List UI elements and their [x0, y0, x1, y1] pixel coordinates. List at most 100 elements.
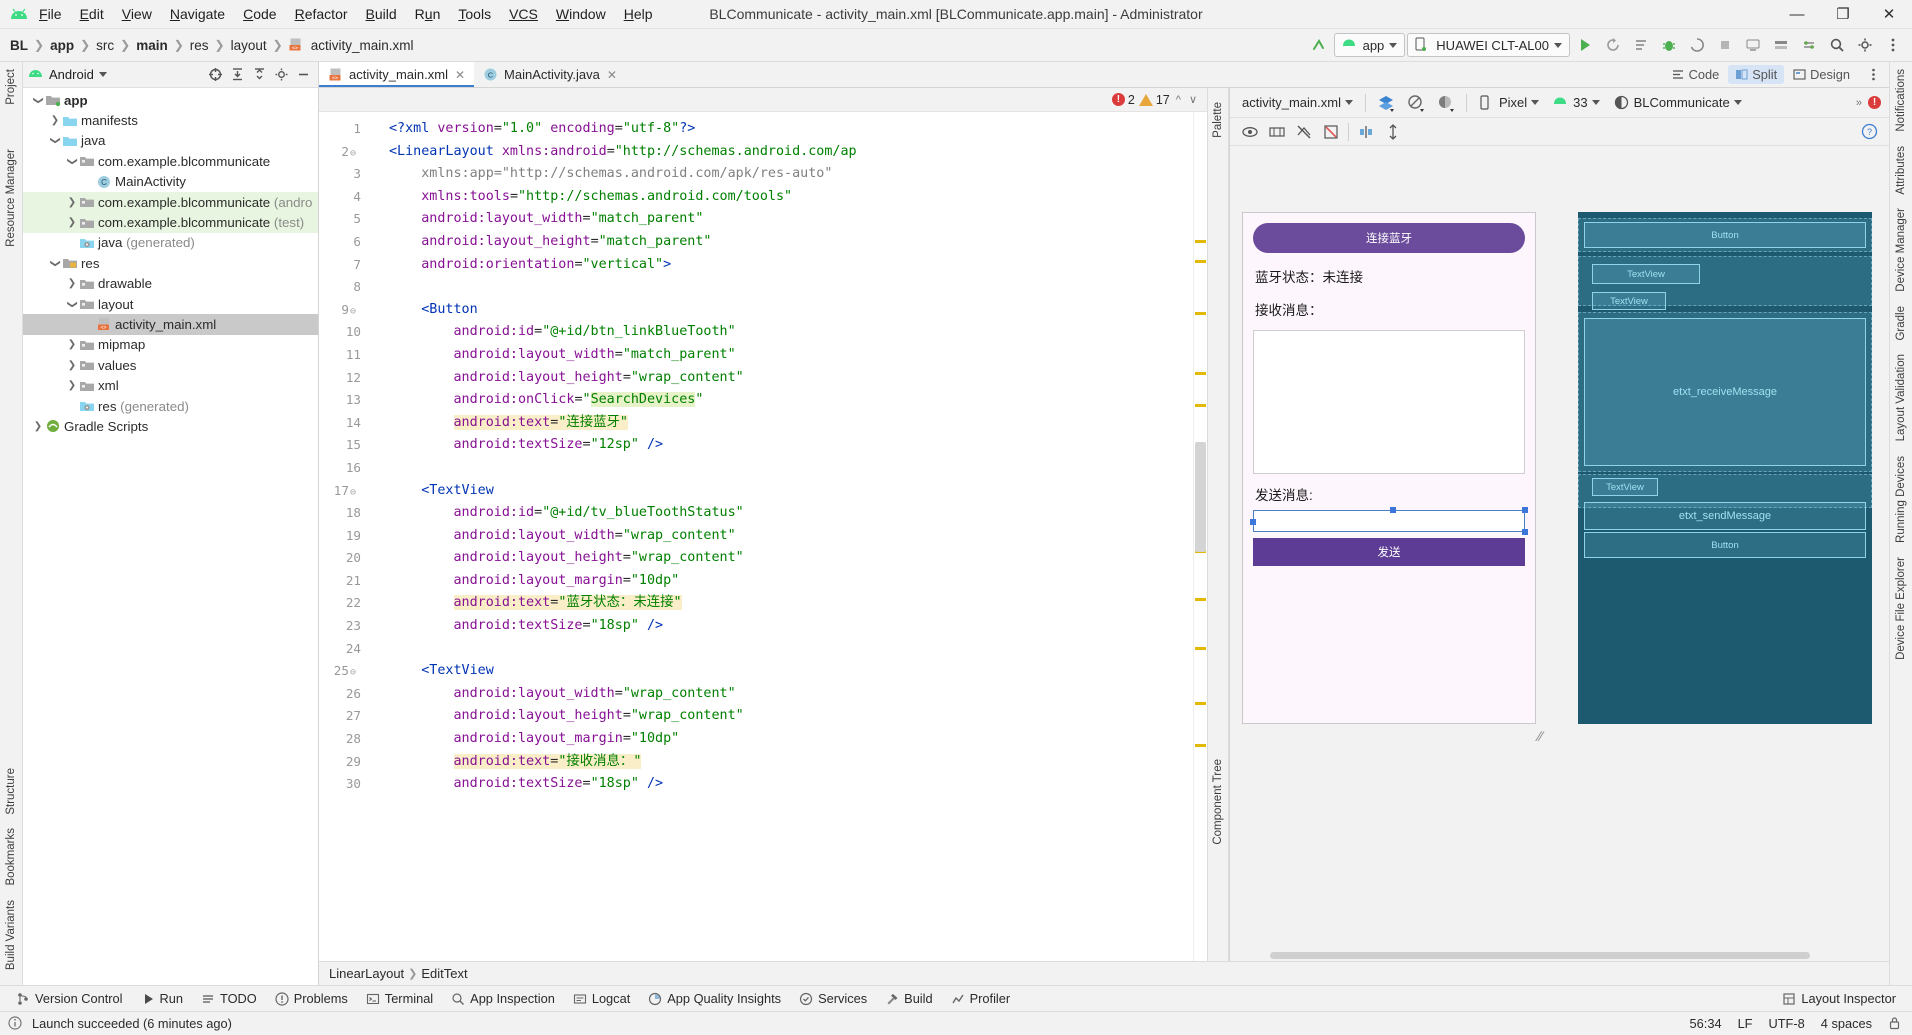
- component-breadcrumb-edittext[interactable]: EditText: [421, 966, 467, 981]
- menu-run[interactable]: Run: [406, 3, 450, 25]
- tree-node-layout[interactable]: ❯ layout: [23, 294, 318, 314]
- code-line[interactable]: <?xml version="1.0" encoding="utf-8"?>: [383, 118, 1193, 141]
- debug-button[interactable]: [1656, 32, 1682, 58]
- rail-gradle-button[interactable]: Gradle: [1895, 299, 1907, 348]
- code-line[interactable]: android:layout_margin="10dp": [383, 570, 1193, 593]
- blueprint-textview-send[interactable]: TextView: [1592, 478, 1658, 496]
- chevron-down-icon[interactable]: ❯: [67, 154, 78, 168]
- menu-window[interactable]: Window: [547, 3, 615, 25]
- canvas-resize-handle[interactable]: ∕∕: [1538, 728, 1543, 744]
- error-count-badge[interactable]: ! 2: [1111, 93, 1135, 107]
- fold-toggle-icon[interactable]: ⊖: [350, 667, 356, 678]
- preview-send-button[interactable]: 发送: [1253, 538, 1525, 566]
- more-options-icon[interactable]: [1880, 32, 1906, 58]
- close-tab-icon[interactable]: ✕: [455, 68, 465, 82]
- tab-main-activity-java[interactable]: C MainActivity.java ✕: [474, 62, 626, 87]
- tree-node-values[interactable]: ❯ values: [23, 355, 318, 375]
- code-line[interactable]: android:layout_width="wrap_content": [383, 683, 1193, 706]
- code-line[interactable]: android:layout_width="match_parent": [383, 344, 1193, 367]
- rail-notifications-button[interactable]: Notifications: [1895, 62, 1907, 139]
- code-line[interactable]: android:textSize="18sp" />: [383, 773, 1193, 796]
- code-line[interactable]: <LinearLayout xmlns:android="http://sche…: [383, 141, 1193, 164]
- chevron-down-icon[interactable]: ❯: [50, 134, 61, 148]
- component-breadcrumb-linearlayout[interactable]: LinearLayout: [329, 966, 404, 981]
- maximize-button[interactable]: ❐: [1820, 0, 1866, 29]
- blueprint-edittext-send[interactable]: etxt_sendMessage: [1584, 502, 1866, 530]
- fold-toggle-icon[interactable]: ⊖: [350, 487, 356, 498]
- close-button[interactable]: ✕: [1866, 0, 1912, 29]
- rail-layout-validation-button[interactable]: Layout Validation: [1895, 347, 1907, 448]
- code-line[interactable]: [383, 457, 1193, 480]
- code-line[interactable]: android:layout_height="match_parent": [383, 231, 1193, 254]
- bottom-tool-version-control[interactable]: Version Control: [8, 989, 131, 1008]
- bottom-tool-services[interactable]: Services: [791, 989, 875, 1008]
- run-configuration-selector[interactable]: app: [1333, 33, 1406, 57]
- sdk-manager-icon[interactable]: [1768, 32, 1794, 58]
- close-tab-icon[interactable]: ✕: [607, 68, 617, 82]
- blueprint-button-connect[interactable]: Button: [1584, 222, 1866, 248]
- preview-send-input[interactable]: [1250, 507, 1528, 535]
- api-level-selector[interactable]: 33: [1549, 93, 1603, 113]
- bottom-tool-terminal[interactable]: Terminal: [358, 989, 441, 1008]
- rail-device-file-explorer-button[interactable]: Device File Explorer: [1895, 550, 1907, 667]
- blueprint-edittext-receive[interactable]: etxt_receiveMessage: [1584, 318, 1866, 466]
- tree-node-gradle-scripts[interactable]: ❯ Gradle Scripts: [23, 416, 318, 436]
- code-marker-strip[interactable]: [1193, 112, 1207, 961]
- code-line[interactable]: android:textSize="18sp" />: [383, 615, 1193, 638]
- settings-gear-icon[interactable]: [1852, 32, 1878, 58]
- chevron-right-icon[interactable]: ❯: [65, 197, 79, 208]
- chevron-right-icon[interactable]: ❯: [65, 380, 79, 391]
- chevron-right-icon[interactable]: ❯: [65, 217, 79, 228]
- menu-vcs[interactable]: VCS: [500, 3, 547, 25]
- preview-receive-textarea[interactable]: [1253, 330, 1525, 474]
- design-canvas[interactable]: 连接蓝牙 蓝牙状态：未连接 接收消息： 发送消息: 发送 ∕∕ Button T…: [1230, 146, 1889, 949]
- tree-node-com-example-blcommunicate[interactable]: ❯ com.example.blcommunicate: [23, 151, 318, 171]
- breadcrumb-app[interactable]: app: [46, 36, 78, 55]
- blueprint-button-send[interactable]: Button: [1584, 532, 1866, 558]
- build-arrow-icon[interactable]: [1306, 32, 1332, 58]
- rail-structure-button[interactable]: Structure: [5, 761, 17, 822]
- resize-handle-bottom-right[interactable]: [1522, 529, 1528, 535]
- menu-view[interactable]: View: [113, 3, 161, 25]
- caret-position[interactable]: 56:34: [1690, 1016, 1722, 1031]
- search-everywhere-icon[interactable]: [1824, 32, 1850, 58]
- tree-node-xml[interactable]: ❯ xml: [23, 375, 318, 395]
- rail-attributes-button[interactable]: Attributes: [1895, 139, 1907, 202]
- minimize-button[interactable]: —: [1774, 0, 1820, 29]
- chevron-down-icon[interactable]: ❯: [67, 297, 78, 311]
- breadcrumb-main[interactable]: main: [132, 36, 172, 55]
- tree-node-java-generated[interactable]: java (generated): [23, 233, 318, 253]
- bottom-tool-logcat[interactable]: Logcat: [565, 989, 638, 1008]
- bottom-tool-problems[interactable]: Problems: [267, 989, 356, 1008]
- rail-project-button[interactable]: Project: [5, 62, 17, 112]
- view-mode-design[interactable]: Design: [1786, 65, 1857, 84]
- bottom-tool-run[interactable]: Run: [133, 989, 191, 1008]
- project-tree[interactable]: ❯ app ❯ manifests ❯ java ❯ com.example.blcommun…: [23, 88, 318, 985]
- bottom-tool-app-quality-insights[interactable]: App Quality Insights: [640, 989, 789, 1008]
- chevron-right-icon[interactable]: ❯: [65, 339, 79, 350]
- code-line[interactable]: android:layout_height="wrap_content": [383, 367, 1193, 390]
- rail-resource-manager-button[interactable]: Resource Manager: [5, 142, 17, 254]
- chevron-down-icon[interactable]: ❯: [50, 256, 61, 270]
- code-lines[interactable]: <?xml version="1.0" encoding="utf-8"?> <L…: [383, 112, 1193, 961]
- night-mode-icon[interactable]: [1434, 92, 1458, 114]
- code-line[interactable]: android:layout_width="match_parent": [383, 208, 1193, 231]
- blueprint-textview-status[interactable]: TextView: [1592, 264, 1700, 284]
- vertical-align-icon[interactable]: [1381, 121, 1405, 143]
- overflow-icon[interactable]: »: [1854, 97, 1864, 109]
- orientation-icon[interactable]: [1404, 92, 1428, 114]
- menu-help[interactable]: Help: [615, 3, 662, 25]
- rail-device-manager-button[interactable]: Device Manager: [1895, 201, 1907, 299]
- tree-node-com-example-blcommunicate-test[interactable]: ❯ com.example.blcommunicate (test): [23, 212, 318, 233]
- view-mode-code[interactable]: Code: [1665, 65, 1727, 84]
- panel-settings-gear-icon[interactable]: [271, 65, 291, 85]
- select-opened-file-icon[interactable]: [205, 65, 225, 85]
- code-line[interactable]: android:orientation="vertical">: [383, 254, 1193, 277]
- tree-node-activity-main-xml[interactable]: <> activity_main.xml: [23, 314, 318, 335]
- previous-problem-icon[interactable]: ^: [1174, 94, 1183, 106]
- tab-more-options-icon[interactable]: [1863, 65, 1883, 85]
- resize-handle-left[interactable]: [1250, 519, 1256, 525]
- apply-code-changes-icon[interactable]: [1628, 32, 1654, 58]
- fold-toggle-icon[interactable]: ⊖: [350, 306, 356, 317]
- design-surface-mode-icon[interactable]: [1374, 92, 1398, 114]
